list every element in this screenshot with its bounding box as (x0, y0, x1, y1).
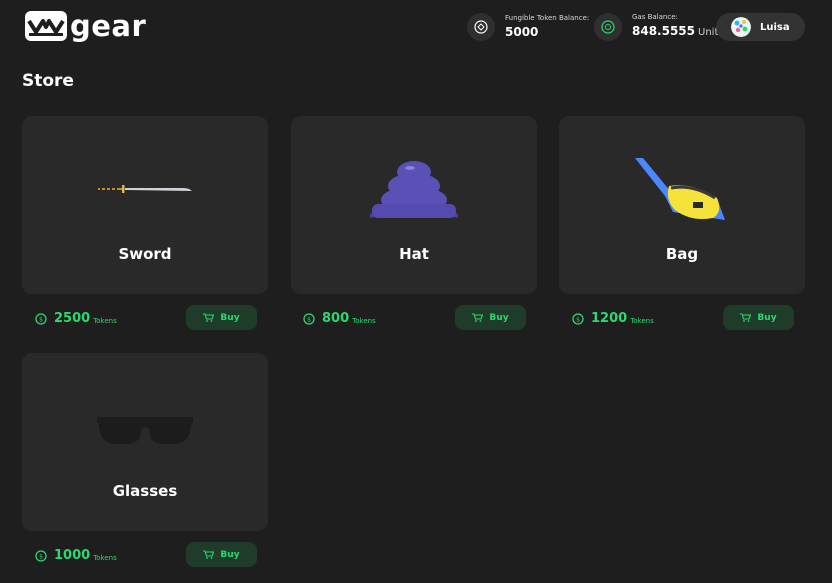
item-price-bag: $ 1200 Tokens (572, 311, 654, 326)
item-card-bag[interactable]: Bag (559, 116, 805, 294)
item-name: Sword (118, 245, 172, 263)
item-price-glasses: $ 1000 Tokens (35, 548, 117, 563)
price-value: 1000 (54, 548, 91, 563)
buy-button-sword[interactable]: Buy (186, 305, 257, 330)
coin-icon: $ (303, 312, 315, 325)
svg-text:$: $ (39, 553, 43, 560)
buy-label: Buy (220, 549, 240, 560)
page-title: Store (22, 71, 74, 91)
gas-icon (594, 13, 622, 41)
avatar (731, 17, 751, 37)
item-card-hat[interactable]: Hat (291, 116, 537, 294)
price-unit: Tokens (93, 316, 117, 325)
fungible-balance: Fungible Token Balance: 5000 (467, 13, 589, 41)
sword-icon (98, 185, 192, 193)
buy-button-glasses[interactable]: Buy (186, 542, 257, 567)
item-name: Glasses (112, 482, 178, 500)
gas-balance: Gas Balance: 848.5555 Unit (594, 13, 718, 41)
user-account-button[interactable]: Luisa (716, 13, 805, 41)
logo-text: gear (70, 9, 147, 43)
buy-label: Buy (757, 312, 777, 323)
buy-button-hat[interactable]: Buy (455, 305, 526, 330)
item-card-glasses[interactable]: Glasses (22, 353, 268, 531)
glasses-icon (97, 417, 193, 444)
cart-icon (203, 313, 215, 322)
svg-text:$: $ (576, 316, 580, 323)
token-icon (467, 13, 495, 41)
user-name: Luisa (760, 21, 790, 33)
gear-logo-icon (25, 11, 67, 41)
price-unit: Tokens (93, 553, 117, 562)
price-value: 1200 (591, 311, 628, 326)
price-unit: Tokens (352, 316, 376, 325)
cart-icon (740, 313, 752, 322)
item-price-sword: $ 2500 Tokens (35, 311, 117, 326)
item-price-hat: $ 800 Tokens (303, 311, 376, 326)
fungible-balance-label: Fungible Token Balance: (505, 14, 590, 22)
item-card-sword[interactable]: Sword (22, 116, 268, 294)
gas-balance-number: 848.5555 (632, 24, 696, 38)
svg-text:$: $ (307, 316, 311, 323)
price-unit: Tokens (630, 316, 654, 325)
item-name: Bag (665, 245, 699, 263)
header: gear Fungible Token Balance: 5000 Gas Ba… (0, 0, 832, 56)
buy-label: Buy (489, 312, 509, 323)
price-value: 800 (322, 311, 350, 326)
item-name: Hat (399, 245, 429, 263)
cart-icon (472, 313, 484, 322)
gear-logo[interactable]: gear (25, 11, 146, 41)
cart-icon (203, 550, 215, 559)
hat-icon (370, 161, 458, 218)
svg-text:$: $ (39, 316, 43, 323)
gas-balance-label: Gas Balance: (632, 13, 678, 21)
gas-balance-value: 848.5555 Unit (632, 23, 718, 41)
coin-icon: $ (35, 312, 47, 325)
fungible-balance-value: 5000 (505, 25, 539, 39)
coin-icon: $ (572, 312, 584, 325)
buy-label: Buy (220, 312, 240, 323)
coin-icon: $ (35, 549, 47, 562)
price-value: 2500 (54, 311, 91, 326)
bag-icon (635, 158, 725, 220)
buy-button-bag[interactable]: Buy (723, 305, 794, 330)
